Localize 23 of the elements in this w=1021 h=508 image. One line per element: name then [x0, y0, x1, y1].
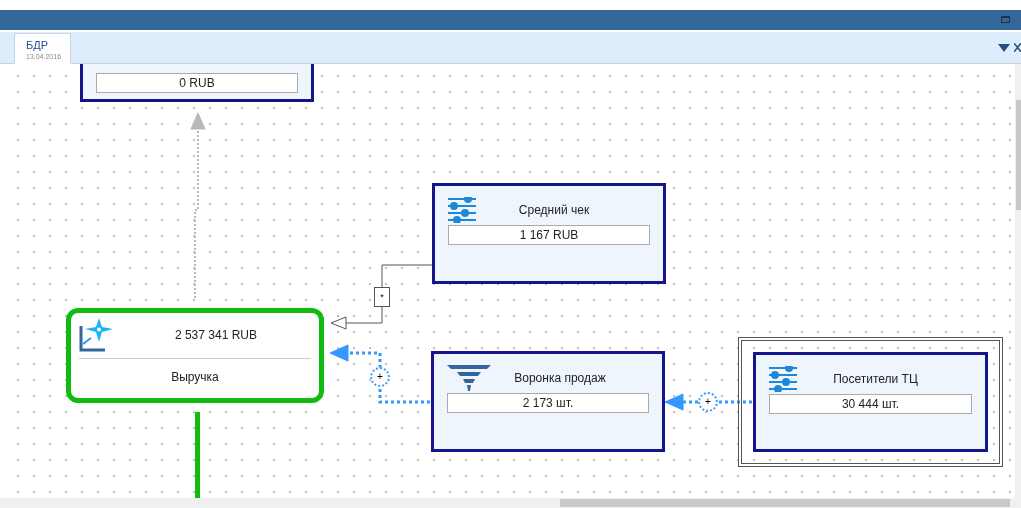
node-title: Воронка продаж: [513, 370, 607, 387]
node-title: Выручка: [171, 369, 219, 386]
sliders-icon: [448, 197, 478, 223]
node-value: 2 537 341 RUB: [174, 327, 257, 344]
close-icon[interactable]: [1014, 43, 1021, 52]
value-field[interactable]: 2 173 шт.: [447, 393, 649, 413]
value-field[interactable]: 1 167 RUB: [448, 225, 650, 245]
node-title: Средний чек: [517, 202, 591, 219]
value-field[interactable]: 0 RUB: [96, 73, 298, 93]
node-title: Посетители ТЦ: [832, 371, 919, 388]
vertical-scrollbar[interactable]: [1015, 64, 1021, 498]
sliders-icon: [769, 366, 799, 392]
dropdown-icon[interactable]: [998, 44, 1010, 52]
funnel-icon: [447, 365, 491, 391]
maximize-icon[interactable]: [1001, 16, 1010, 23]
input-node[interactable]: Средний чек 1 167 RUB: [432, 183, 666, 284]
result-node[interactable]: 2 537 341 RUB Выручка: [66, 308, 324, 403]
value-field[interactable]: 30 444 шт.: [769, 394, 972, 414]
multiply-operator[interactable]: *: [374, 287, 390, 307]
funnel-node[interactable]: Воронка продаж 2 173 шт.: [431, 351, 665, 452]
horizontal-scrollbar[interactable]: [0, 498, 1021, 508]
input-node[interactable]: 0 RUB: [80, 64, 314, 102]
input-node[interactable]: Посетители ТЦ 30 444 шт.: [753, 352, 988, 452]
